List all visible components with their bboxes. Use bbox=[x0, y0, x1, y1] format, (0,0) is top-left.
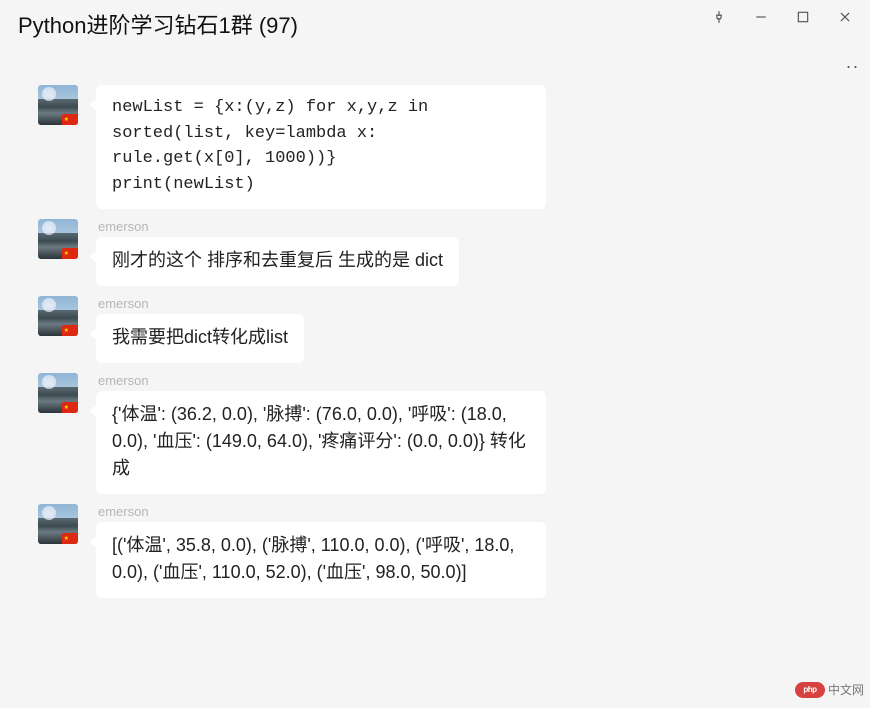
watermark: php 中文网 bbox=[795, 681, 864, 698]
watermark-text: 中文网 bbox=[828, 681, 864, 698]
sender-name: emerson bbox=[98, 219, 459, 234]
message-item: ★ emerson {'体温': (36.2, 0.0), '脉搏': (76.… bbox=[38, 373, 852, 494]
message-item: ★ emerson [('体温', 35.8, 0.0), ('脉搏', 110… bbox=[38, 504, 852, 598]
message-bubble: newList = {x:(y,z) for x,y,z in sorted(l… bbox=[96, 85, 546, 209]
avatar[interactable]: ★ bbox=[38, 504, 78, 544]
chat-header: Python进阶学习钻石1群 (97) bbox=[0, 0, 870, 85]
message-bubble: 刚才的这个 排序和去重复后 生成的是 dict bbox=[96, 237, 459, 286]
message-bubble: [('体温', 35.8, 0.0), ('脉搏', 110.0, 0.0), … bbox=[96, 522, 546, 598]
watermark-pill: php bbox=[795, 682, 825, 698]
sender-name: emerson bbox=[98, 296, 304, 311]
message-item: ★ emerson 刚才的这个 排序和去重复后 生成的是 dict bbox=[38, 219, 852, 286]
minimize-icon[interactable] bbox=[754, 10, 768, 24]
sender-name: emerson bbox=[98, 504, 546, 519]
message-bubble: 我需要把dict转化成list bbox=[96, 314, 304, 363]
maximize-icon[interactable] bbox=[796, 10, 810, 24]
chat-title: Python进阶学习钻石1群 (97) bbox=[18, 8, 298, 40]
message-list: ★ newList = {x:(y,z) for x,y,z in sorted… bbox=[0, 85, 870, 598]
more-icon[interactable]: .. bbox=[846, 52, 860, 73]
window-controls bbox=[712, 8, 852, 24]
sender-name: emerson bbox=[98, 373, 546, 388]
avatar[interactable]: ★ bbox=[38, 296, 78, 336]
close-icon[interactable] bbox=[838, 10, 852, 24]
avatar[interactable]: ★ bbox=[38, 373, 78, 413]
message-bubble: {'体温': (36.2, 0.0), '脉搏': (76.0, 0.0), '… bbox=[96, 391, 546, 494]
message-item: ★ emerson 我需要把dict转化成list bbox=[38, 296, 852, 363]
avatar[interactable]: ★ bbox=[38, 219, 78, 259]
avatar[interactable]: ★ bbox=[38, 85, 78, 125]
pin-icon[interactable] bbox=[712, 10, 726, 24]
message-item: ★ newList = {x:(y,z) for x,y,z in sorted… bbox=[38, 85, 852, 209]
